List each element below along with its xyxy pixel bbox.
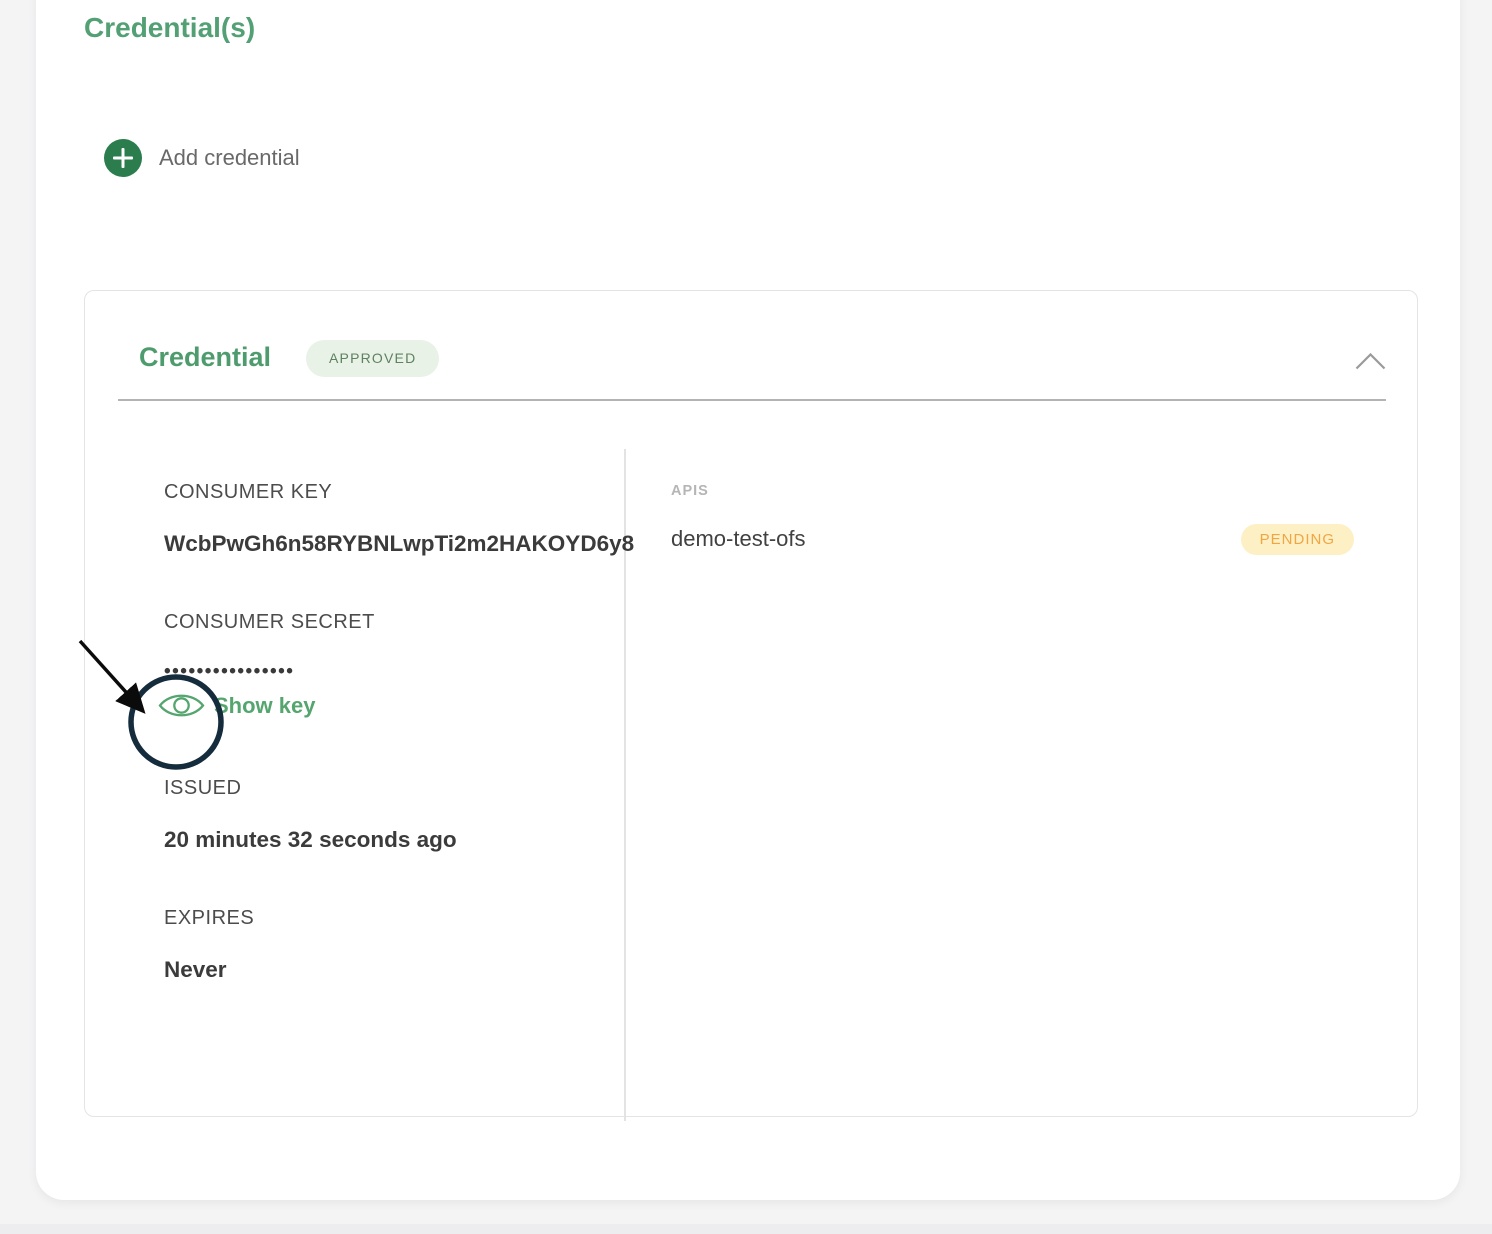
eye-icon	[158, 689, 205, 722]
add-credential-label: Add credential	[159, 145, 300, 171]
api-list-item: demo-test-ofs PENDING	[671, 521, 1354, 557]
apis-label: APIS	[671, 483, 709, 499]
expires-label: EXPIRES	[164, 907, 254, 930]
plus-icon	[104, 139, 142, 177]
approved-status-badge: APPROVED	[306, 340, 439, 377]
issued-value: 20 minutes 32 seconds ago	[164, 827, 457, 853]
header-divider	[118, 399, 1386, 401]
chevron-up-icon	[1355, 353, 1386, 370]
pending-status-badge: PENDING	[1241, 524, 1354, 555]
show-key-label: Show key	[214, 693, 315, 719]
collapse-card-button[interactable]	[1340, 339, 1400, 383]
page-title: Credential(s)	[84, 12, 255, 44]
bottom-band	[0, 1224, 1492, 1234]
credential-card: Credential APPROVED CONSUMER KEY WcbPwGh…	[84, 290, 1418, 1117]
add-credential-button[interactable]: Add credential	[104, 139, 300, 177]
consumer-key-value: WcbPwGh6n58RYBNLwpTi2m2HAKOYD6y8	[164, 531, 634, 557]
viewport: Credential(s) Add credential Credential …	[0, 0, 1492, 1234]
api-name: demo-test-ofs	[671, 526, 806, 552]
consumer-key-label: CONSUMER KEY	[164, 481, 332, 504]
issued-label: ISSUED	[164, 777, 241, 800]
show-key-button[interactable]: Show key	[158, 689, 315, 722]
credential-card-title: Credential	[139, 342, 271, 373]
expires-value: Never	[164, 957, 227, 983]
consumer-secret-label: CONSUMER SECRET	[164, 611, 375, 634]
consumer-secret-masked-value: ••••••••••••••••	[164, 661, 294, 683]
